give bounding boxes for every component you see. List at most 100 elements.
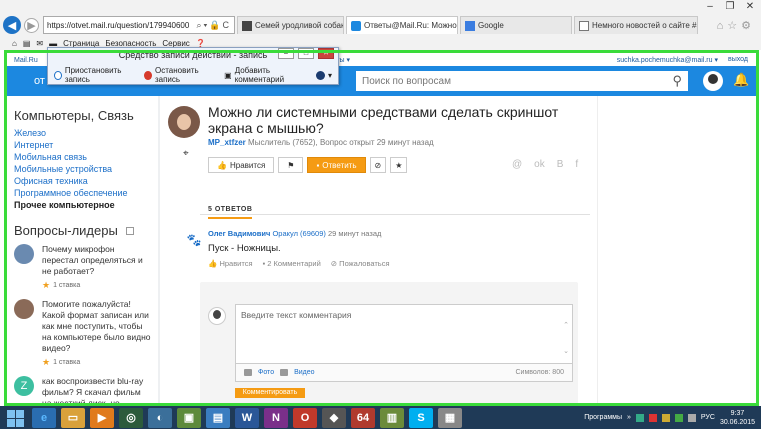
leader-text[interactable]: Помогите пожалуйста! Какой формат записа… <box>42 299 152 354</box>
app-taskbar-icon[interactable]: ▣ <box>177 407 201 428</box>
block-icon: ⊘ <box>374 160 382 170</box>
commenter-avatar <box>208 307 226 325</box>
tray-expand-icon[interactable]: » <box>627 414 631 421</box>
photo-button[interactable]: Фото <box>258 369 274 376</box>
answer-author-avatar[interactable]: 🐾 <box>184 233 204 247</box>
like-button[interactable]: 👍 Нравится <box>208 157 275 173</box>
textarea-scrollbar[interactable]: ⌃ ⌄ <box>563 313 569 365</box>
comment-toolbar: Фото Видео Символов: 800 <box>235 364 573 382</box>
tray-icon[interactable] <box>661 413 670 422</box>
user-email[interactable]: suchka.pochemuchka@mail.ru ▾ <box>617 56 718 64</box>
author-link[interactable]: MP_xtfzer <box>208 138 246 147</box>
tab-4[interactable]: Немного новостей о сайте #3 <box>574 16 698 34</box>
answer-complain-label: Пожаловаться <box>339 259 390 268</box>
answer-button[interactable]: ▪ Ответить <box>307 157 366 173</box>
video-button[interactable]: Видео <box>294 369 314 376</box>
feeds-icon[interactable]: ▤ <box>23 39 31 48</box>
recorder-close-button[interactable]: ✕ <box>318 48 334 59</box>
bell-icon[interactable]: 🔔 <box>733 72 749 88</box>
recorder-minimize-button[interactable]: – <box>278 48 294 59</box>
category-link[interactable]: Офисная техника <box>14 175 158 187</box>
author-avatar[interactable] <box>168 106 200 138</box>
answer-author-name[interactable]: Олег Вадимович <box>208 229 270 238</box>
app-taskbar-icon[interactable]: 64 <box>351 407 375 428</box>
app-taskbar-icon[interactable]: ◐ <box>148 407 172 428</box>
tab-3[interactable]: Google <box>460 16 572 34</box>
address-bar[interactable]: https://otvet.mail.ru/question/179940600… <box>43 16 235 34</box>
skype-taskbar-icon[interactable]: S <box>409 407 433 428</box>
app-taskbar-icon[interactable]: ◎ <box>119 407 143 428</box>
share-fb-icon[interactable]: f <box>575 159 578 170</box>
help-button[interactable]: ▾ <box>315 70 332 80</box>
answer-complain[interactable]: ⊘ Пожаловаться <box>331 259 390 268</box>
recorder-maximize-button[interactable]: □ <box>298 48 314 59</box>
category-link[interactable]: Мобильная связь <box>14 151 158 163</box>
stake-label: 1 ставка <box>53 359 81 366</box>
stop-record-button[interactable]: Остановить запись <box>144 66 214 84</box>
mail-icon[interactable]: ✉ <box>36 39 43 48</box>
network-icon[interactable] <box>687 413 696 422</box>
search-icon[interactable]: ⚲ <box>672 73 682 89</box>
logout-link[interactable]: выход <box>728 56 748 64</box>
share-ok-icon[interactable]: ok <box>534 159 545 170</box>
tray-icon[interactable] <box>648 413 657 422</box>
bookmark-button[interactable]: ⚑ <box>278 157 304 173</box>
leader-question[interactable]: Помогите пожалуйста! Какой формат записа… <box>14 299 158 368</box>
word-taskbar-icon[interactable]: W <box>235 407 259 428</box>
steps-recorder-taskbar-icon[interactable]: ▦ <box>438 407 462 428</box>
leader-question[interactable]: Почему микрофон перестал определяться и … <box>14 244 158 291</box>
leader-question[interactable]: Z как воспроизвести blu-ray фильм? Я ска… <box>14 376 158 406</box>
forward-button[interactable]: ▶ <box>24 17 39 33</box>
app-taskbar-icon[interactable]: ▥ <box>380 407 404 428</box>
maximize-button[interactable]: ❐ <box>723 1 737 12</box>
answer-comments[interactable]: ▪ 2 Комментарий <box>263 259 321 268</box>
share-mail-icon[interactable]: @ <box>512 159 522 170</box>
start-button[interactable] <box>5 408 27 428</box>
home-icon[interactable]: ⌂ <box>12 39 17 48</box>
answer-comments-label: 2 Комментарий <box>267 259 321 268</box>
tray-icon[interactable] <box>674 413 683 422</box>
leaders-info-icon[interactable] <box>125 226 134 235</box>
mailru-link[interactable]: Mail.Ru <box>14 57 38 64</box>
category-link[interactable]: Интернет <box>14 139 158 151</box>
category-link[interactable]: Мобильные устройства <box>14 163 158 175</box>
leader-stake: ★ 1 ставка <box>42 357 152 368</box>
share-vk-icon[interactable]: B <box>557 159 564 170</box>
pause-record-button[interactable]: Приостановить запись <box>54 66 134 84</box>
app-taskbar-icon[interactable]: ◆ <box>322 407 346 428</box>
category-link[interactable]: Программное обеспечение <box>14 187 158 199</box>
leader-text[interactable]: как воспроизвести blu-ray фильм? Я скача… <box>42 376 152 406</box>
opera-taskbar-icon[interactable]: O <box>293 407 317 428</box>
language-indicator[interactable]: РУС <box>701 414 715 421</box>
block-button[interactable]: ⊘ <box>369 157 387 173</box>
add-comment-button[interactable]: ▣ Добавить комментарий <box>224 66 306 84</box>
app-taskbar-icon[interactable]: ▤ <box>206 407 230 428</box>
search-placeholder: Поиск по вопросам <box>362 75 451 87</box>
minimize-button[interactable]: – <box>703 1 717 12</box>
comment-submit-button[interactable]: Комментировать <box>235 388 305 398</box>
clock[interactable]: 9:37 30.06.2015 <box>720 409 755 427</box>
ie-taskbar-icon[interactable]: e <box>32 407 56 428</box>
answer-like[interactable]: 👍 Нравится <box>208 259 253 268</box>
tab-2[interactable]: Ответы@Mail.Ru: Можно ... ✕ <box>346 16 458 34</box>
media-taskbar-icon[interactable]: ▶ <box>90 407 114 428</box>
user-avatar[interactable] <box>703 71 723 91</box>
close-window-button[interactable]: ✕ <box>743 1 757 12</box>
browser-tools-icons[interactable]: ⌂☆⚙ <box>717 19 755 32</box>
search-input[interactable]: Поиск по вопросам ⚲ <box>356 71 688 91</box>
leader-text[interactable]: Почему микрофон перестал определяться и … <box>42 244 152 277</box>
explorer-taskbar-icon[interactable]: ▭ <box>61 407 85 428</box>
tray-label[interactable]: Программы <box>584 414 622 421</box>
answer-author-rank[interactable]: Оракул (69609) <box>272 229 325 238</box>
back-button[interactable]: ◀ <box>3 16 21 34</box>
window-controls: – ❐ ✕ <box>703 1 757 12</box>
answers-count[interactable]: 5 ОТВЕТОВ <box>208 206 253 219</box>
category-link[interactable]: Железо <box>14 127 158 139</box>
tray-icon[interactable] <box>635 413 644 422</box>
onenote-taskbar-icon[interactable]: N <box>264 407 288 428</box>
star-button[interactable]: ★ <box>390 157 408 173</box>
avatar <box>14 299 34 319</box>
site-logo[interactable]: от <box>34 75 45 87</box>
comment-textarea[interactable]: Введите текст комментария ⌃ ⌄ <box>235 304 573 364</box>
tab-1[interactable]: Семей уродливой собакой п... <box>237 16 344 34</box>
